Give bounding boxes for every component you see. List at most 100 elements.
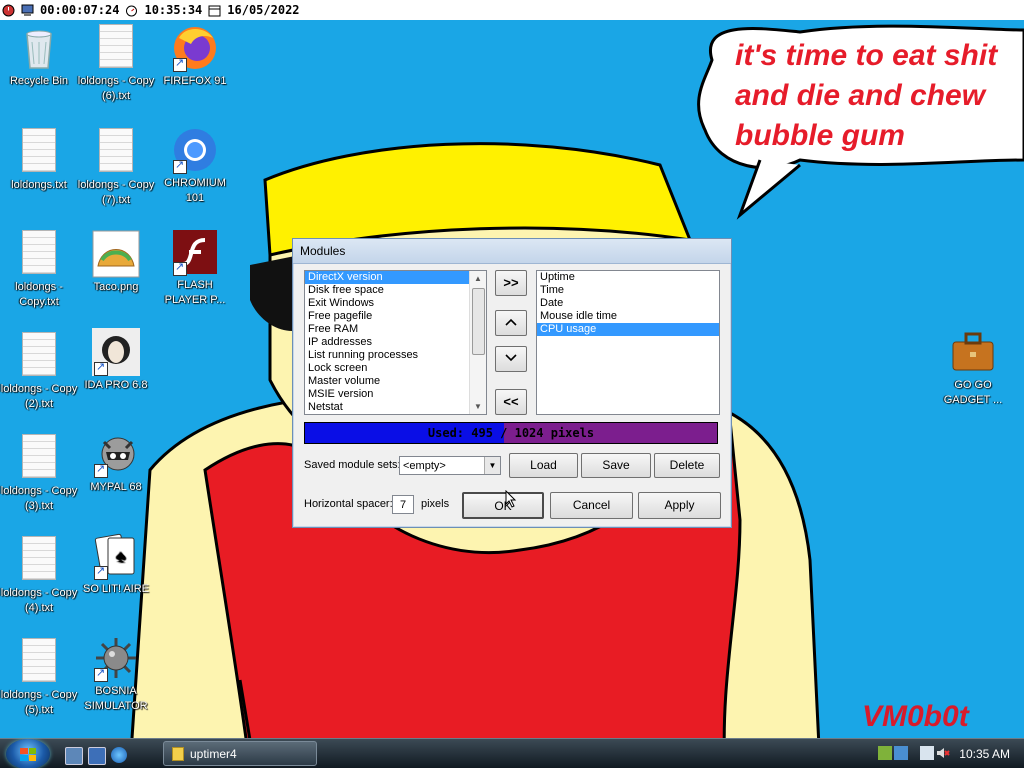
desktop-icon-loldongs-copy[interactable]: loldongs - Copy.txt bbox=[0, 230, 78, 310]
active-module-item[interactable]: Time bbox=[537, 284, 719, 297]
remove-module-button[interactable]: << bbox=[495, 389, 527, 415]
delete-button[interactable]: Delete bbox=[654, 453, 720, 478]
saved-sets-value: <empty> bbox=[403, 460, 446, 472]
desktop-icon-flash-player[interactable]: FLASH PLAYER P... bbox=[156, 228, 234, 308]
dialog-title[interactable]: Modules bbox=[293, 239, 731, 264]
bubble-line-2: and die and chew bbox=[735, 79, 986, 112]
desktop-icon-loldongs-copy-6[interactable]: loldongs - Copy (6).txt bbox=[77, 24, 155, 104]
desktop-icon-taco[interactable]: Taco.png bbox=[77, 230, 155, 295]
desktop-icon-label: MYPAL 68 bbox=[90, 481, 142, 493]
mypal-raccoon-icon bbox=[92, 430, 140, 478]
desktop-icon-loldongs-copy-5[interactable]: loldongs - Copy (5).txt bbox=[0, 638, 78, 718]
desktop-icon-label: loldongs - Copy (2).txt bbox=[0, 383, 78, 410]
scroll-thumb[interactable] bbox=[472, 288, 485, 355]
desktop-icon-label: CHROMIUM 101 bbox=[164, 177, 226, 204]
active-modules-list[interactable]: Uptime Time Date Mouse idle time CPU usage bbox=[536, 270, 720, 415]
available-list-scrollbar[interactable]: ▲ ▼ bbox=[469, 271, 486, 414]
available-module-item[interactable]: Exit Windows bbox=[305, 297, 486, 310]
desktop-icon-firefox[interactable]: FIREFOX 91 bbox=[156, 24, 234, 89]
computer-icon bbox=[21, 4, 34, 16]
apply-button[interactable]: Apply bbox=[638, 492, 721, 519]
ok-button[interactable]: OK bbox=[462, 492, 544, 519]
available-module-item[interactable]: Master volume bbox=[305, 375, 486, 388]
active-module-item[interactable]: Mouse idle time bbox=[537, 310, 719, 323]
volume-muted-icon[interactable] bbox=[936, 746, 950, 760]
clock-icon bbox=[2, 4, 15, 16]
desktop-icon-loldongs-copy-4[interactable]: loldongs - Copy (4).txt bbox=[0, 536, 78, 616]
time-value: 10:35:34 bbox=[144, 3, 203, 17]
available-module-item[interactable]: MSIE version bbox=[305, 388, 486, 401]
scroll-up-arrow-icon[interactable]: ▲ bbox=[470, 271, 486, 286]
mine-icon bbox=[92, 634, 140, 682]
available-module-item[interactable]: Free RAM bbox=[305, 323, 486, 336]
spacer-input[interactable]: 7 bbox=[392, 495, 414, 514]
available-module-item[interactable]: Disk free space bbox=[305, 284, 486, 297]
show-desktop-icon[interactable] bbox=[65, 747, 83, 765]
spacer-label: Horizontal spacer: bbox=[304, 498, 393, 510]
available-module-item[interactable]: DirectX version bbox=[305, 271, 486, 284]
taskbar-button-uptimer4[interactable]: uptimer4 bbox=[163, 741, 317, 766]
dropdown-arrow-icon[interactable]: ▼ bbox=[484, 457, 500, 474]
internet-explorer-icon[interactable] bbox=[111, 747, 127, 763]
desktop-icon-label: loldongs - Copy (5).txt bbox=[0, 689, 78, 716]
bubble-line-1: it's time to eat shit bbox=[735, 39, 998, 72]
active-module-item[interactable]: CPU usage bbox=[537, 323, 719, 336]
solitaire-cards-icon: ♠ bbox=[92, 532, 140, 580]
chevron-up-icon bbox=[505, 318, 517, 326]
shortcut-arrow-icon bbox=[94, 564, 108, 580]
desktop-icon-loldongs-copy-7[interactable]: loldongs - Copy (7).txt bbox=[77, 128, 155, 208]
available-modules-list[interactable]: DirectX version Disk free space Exit Windo… bbox=[304, 270, 487, 415]
desktop-icon-loldongs-copy-3[interactable]: loldongs - Copy (3).txt bbox=[0, 434, 78, 514]
text-file-icon bbox=[15, 434, 63, 482]
start-button[interactable] bbox=[6, 739, 50, 768]
shortcut-arrow-icon bbox=[94, 360, 108, 376]
tray-app-icon[interactable] bbox=[894, 746, 908, 760]
available-module-item[interactable]: Free pagefile bbox=[305, 310, 486, 323]
desktop-icon-label: Taco.png bbox=[93, 281, 139, 293]
signature: VM0b0t bbox=[862, 700, 969, 733]
desktop-icon-solitaire[interactable]: ♠ SO LIT! AIRE bbox=[77, 532, 155, 597]
save-button[interactable]: Save bbox=[581, 453, 651, 478]
briefcase-icon bbox=[949, 328, 997, 376]
desktop-icon-label: BOSNIA SIMULATOR bbox=[84, 685, 148, 712]
shortcut-arrow-icon bbox=[173, 158, 187, 174]
taskbar-clock[interactable]: 10:35 AM bbox=[959, 739, 1010, 768]
active-module-item[interactable]: Uptime bbox=[537, 271, 719, 284]
monitor-tray-icon[interactable] bbox=[920, 746, 934, 760]
desktop-icon-chromium[interactable]: CHROMIUM 101 bbox=[156, 126, 234, 206]
desktop-icon-loldongs[interactable]: loldongs.txt bbox=[0, 128, 78, 193]
bubble-line-3: bubble gum bbox=[735, 119, 905, 152]
saved-sets-label: Saved module sets: bbox=[304, 459, 401, 471]
desktop-icon-loldongs-copy-2[interactable]: loldongs - Copy (2).txt bbox=[0, 332, 78, 412]
ida-pro-icon bbox=[92, 328, 140, 376]
text-file-icon bbox=[15, 230, 63, 278]
available-module-item[interactable]: Netstat bbox=[305, 401, 486, 414]
scroll-down-arrow-icon[interactable]: ▼ bbox=[470, 399, 486, 414]
move-up-button[interactable] bbox=[495, 310, 527, 336]
firefox-icon bbox=[171, 24, 219, 72]
available-module-item[interactable]: List running processes bbox=[305, 349, 486, 362]
desktop-icon-go-go-gadget[interactable]: GO GO GADGET ... bbox=[934, 328, 1012, 408]
desktop-icon-label: loldongs - Copy (4).txt bbox=[0, 587, 78, 614]
switch-windows-icon[interactable] bbox=[88, 747, 106, 765]
active-module-item[interactable]: Date bbox=[537, 297, 719, 310]
load-button[interactable]: Load bbox=[509, 453, 578, 478]
desktop-icon-label: loldongs - Copy (6).txt bbox=[77, 75, 155, 102]
move-down-button[interactable] bbox=[495, 346, 527, 372]
chromium-icon bbox=[171, 126, 219, 174]
network-tray-icon[interactable] bbox=[878, 746, 892, 760]
desktop-icon-bosnia-simulator[interactable]: BOSNIA SIMULATOR bbox=[77, 634, 155, 714]
desktop-icon-ida-pro[interactable]: IDA PRO 6.8 bbox=[77, 328, 155, 393]
svg-text:♠: ♠ bbox=[116, 546, 126, 566]
add-module-button[interactable]: >> bbox=[495, 270, 527, 296]
bubble-tail bbox=[736, 159, 801, 220]
desktop-icon-recycle-bin[interactable]: Recycle Bin bbox=[0, 24, 78, 89]
desktop-icon-label: loldongs.txt bbox=[11, 179, 67, 191]
available-module-item[interactable]: IP addresses bbox=[305, 336, 486, 349]
desktop-icon-label: FLASH PLAYER P... bbox=[164, 279, 226, 306]
cancel-button[interactable]: Cancel bbox=[550, 492, 633, 519]
desktop-icon-mypal[interactable]: MYPAL 68 bbox=[77, 430, 155, 495]
saved-sets-select[interactable]: <empty> ▼ bbox=[399, 456, 501, 475]
uptimer-bar[interactable]: 00:00:07:24 10:35:34 16/05/2022 bbox=[0, 0, 1024, 20]
available-module-item[interactable]: Lock screen bbox=[305, 362, 486, 375]
